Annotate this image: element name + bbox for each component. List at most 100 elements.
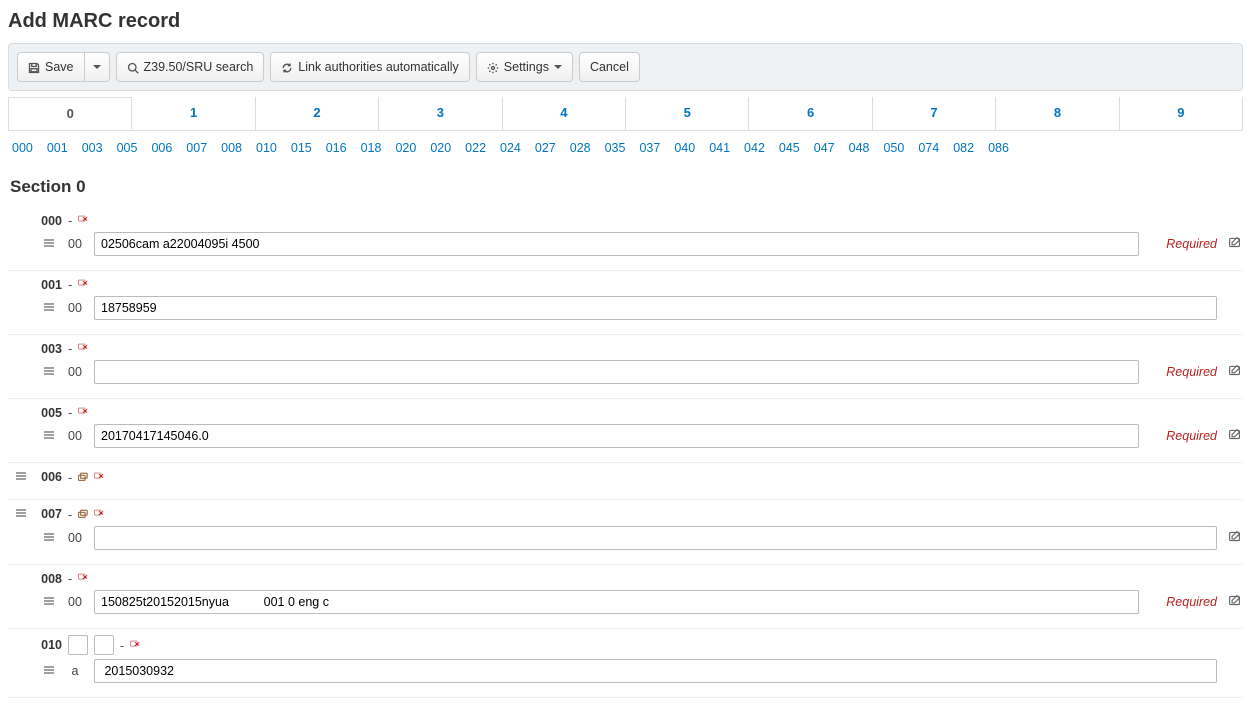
subfield-code: a [64,664,86,678]
tag-link-006[interactable]: 006 [151,141,172,155]
move-handle-icon[interactable] [14,506,28,522]
subfield-move-icon[interactable] [42,664,56,679]
tag-link-041[interactable]: 041 [709,141,730,155]
tag-link-007[interactable]: 007 [186,141,207,155]
tab-section-1[interactable]: 1 [132,97,255,130]
tab-section-2[interactable]: 2 [256,97,379,130]
tag-number[interactable]: 010 [34,638,62,652]
tag-editor-icon[interactable] [1225,236,1243,252]
subfield-move-icon[interactable] [42,429,56,444]
cancel-button[interactable]: Cancel [579,52,640,82]
tag-link-037[interactable]: 037 [639,141,660,155]
z3950-search-button[interactable]: Z39.50/SRU search [116,52,265,82]
field-dash: - [68,405,72,420]
tag-editor-icon[interactable] [1225,364,1243,380]
tag-link-045[interactable]: 045 [779,141,800,155]
tab-section-0[interactable]: 0 [9,97,132,130]
required-label: Required [1147,429,1217,443]
tag-link-048[interactable]: 048 [849,141,870,155]
tag-number[interactable]: 005 [34,406,62,420]
field-dash: - [120,638,124,653]
tag-link-010[interactable]: 010 [256,141,277,155]
save-dropdown-toggle[interactable] [85,52,110,82]
tag-link-020[interactable]: 020 [395,141,416,155]
tag-editor-icon[interactable] [1225,530,1243,546]
subfield-move-icon[interactable] [42,237,56,252]
tag-number[interactable]: 000 [34,214,62,228]
subfield-move-icon[interactable] [42,531,56,546]
subfield-input[interactable] [94,526,1217,550]
subfield-code: 00 [64,429,86,443]
save-button[interactable]: Save [17,52,85,82]
page-title: Add MARC record [8,10,1243,33]
tag-link-000[interactable]: 000 [12,141,33,155]
delete-field-icon[interactable] [94,508,104,521]
delete-field-icon[interactable] [78,406,88,419]
tag-number[interactable]: 006 [34,470,62,484]
section-heading: Section 0 [10,177,1243,197]
subfield-move-icon[interactable] [42,595,56,610]
tag-link-027[interactable]: 027 [535,141,556,155]
subfield-input[interactable] [94,360,1139,384]
repeat-field-icon[interactable] [78,470,88,485]
tag-link-040[interactable]: 040 [674,141,695,155]
tag-editor-icon[interactable] [1225,594,1243,610]
tag-link-024[interactable]: 024 [500,141,521,155]
tab-section-9[interactable]: 9 [1120,97,1242,130]
tag-editor-icon[interactable] [1225,428,1243,444]
subfield-move-icon[interactable] [42,301,56,316]
subfield-move-icon[interactable] [42,365,56,380]
tag-link-050[interactable]: 050 [883,141,904,155]
tag-link-005[interactable]: 005 [117,141,138,155]
tag-link-003[interactable]: 003 [82,141,103,155]
indicator-1[interactable] [68,635,88,655]
tag-link-042[interactable]: 042 [744,141,765,155]
subfield-input[interactable] [94,296,1217,320]
tag-link-082[interactable]: 082 [953,141,974,155]
delete-field-icon[interactable] [130,639,140,652]
settings-button[interactable]: Settings [476,52,573,82]
tag-link-001[interactable]: 001 [47,141,68,155]
tag-link-086[interactable]: 086 [988,141,1009,155]
tag-link-018[interactable]: 018 [361,141,382,155]
marc-field-001: 001-00 [8,271,1243,335]
tab-section-5[interactable]: 5 [626,97,749,130]
delete-field-icon[interactable] [78,214,88,227]
subfield-input[interactable] [94,232,1139,256]
link-authorities-button[interactable]: Link authorities automatically [270,52,470,82]
field-header: 007- [8,506,1243,522]
tag-link-016[interactable]: 016 [326,141,347,155]
subfield-input[interactable] [94,659,1217,683]
tab-section-6[interactable]: 6 [749,97,872,130]
tag-link-008[interactable]: 008 [221,141,242,155]
tag-number[interactable]: 001 [34,278,62,292]
tag-number[interactable]: 007 [34,507,62,521]
repeat-field-icon[interactable] [78,507,88,522]
indicator-2[interactable] [94,635,114,655]
subfield-row: 00Required [8,586,1243,614]
tag-link-074[interactable]: 074 [918,141,939,155]
tag-number[interactable]: 003 [34,342,62,356]
marc-field-010: 010 - a [8,629,1243,698]
tag-link-028[interactable]: 028 [570,141,591,155]
cancel-label: Cancel [590,58,629,76]
gear-icon [487,58,499,76]
tab-section-7[interactable]: 7 [873,97,996,130]
subfield-input[interactable] [94,590,1139,614]
delete-field-icon[interactable] [94,471,104,484]
subfield-input[interactable] [94,424,1139,448]
tag-link-047[interactable]: 047 [814,141,835,155]
tag-number[interactable]: 008 [34,572,62,586]
tag-link-035[interactable]: 035 [605,141,626,155]
tab-section-3[interactable]: 3 [379,97,502,130]
move-handle-icon[interactable] [14,469,28,485]
save-icon [28,58,40,76]
tab-section-8[interactable]: 8 [996,97,1119,130]
delete-field-icon[interactable] [78,278,88,291]
tag-link-015[interactable]: 015 [291,141,312,155]
tag-link-020[interactable]: 020 [430,141,451,155]
delete-field-icon[interactable] [78,342,88,355]
delete-field-icon[interactable] [78,572,88,585]
tag-link-022[interactable]: 022 [465,141,486,155]
tab-section-4[interactable]: 4 [503,97,626,130]
